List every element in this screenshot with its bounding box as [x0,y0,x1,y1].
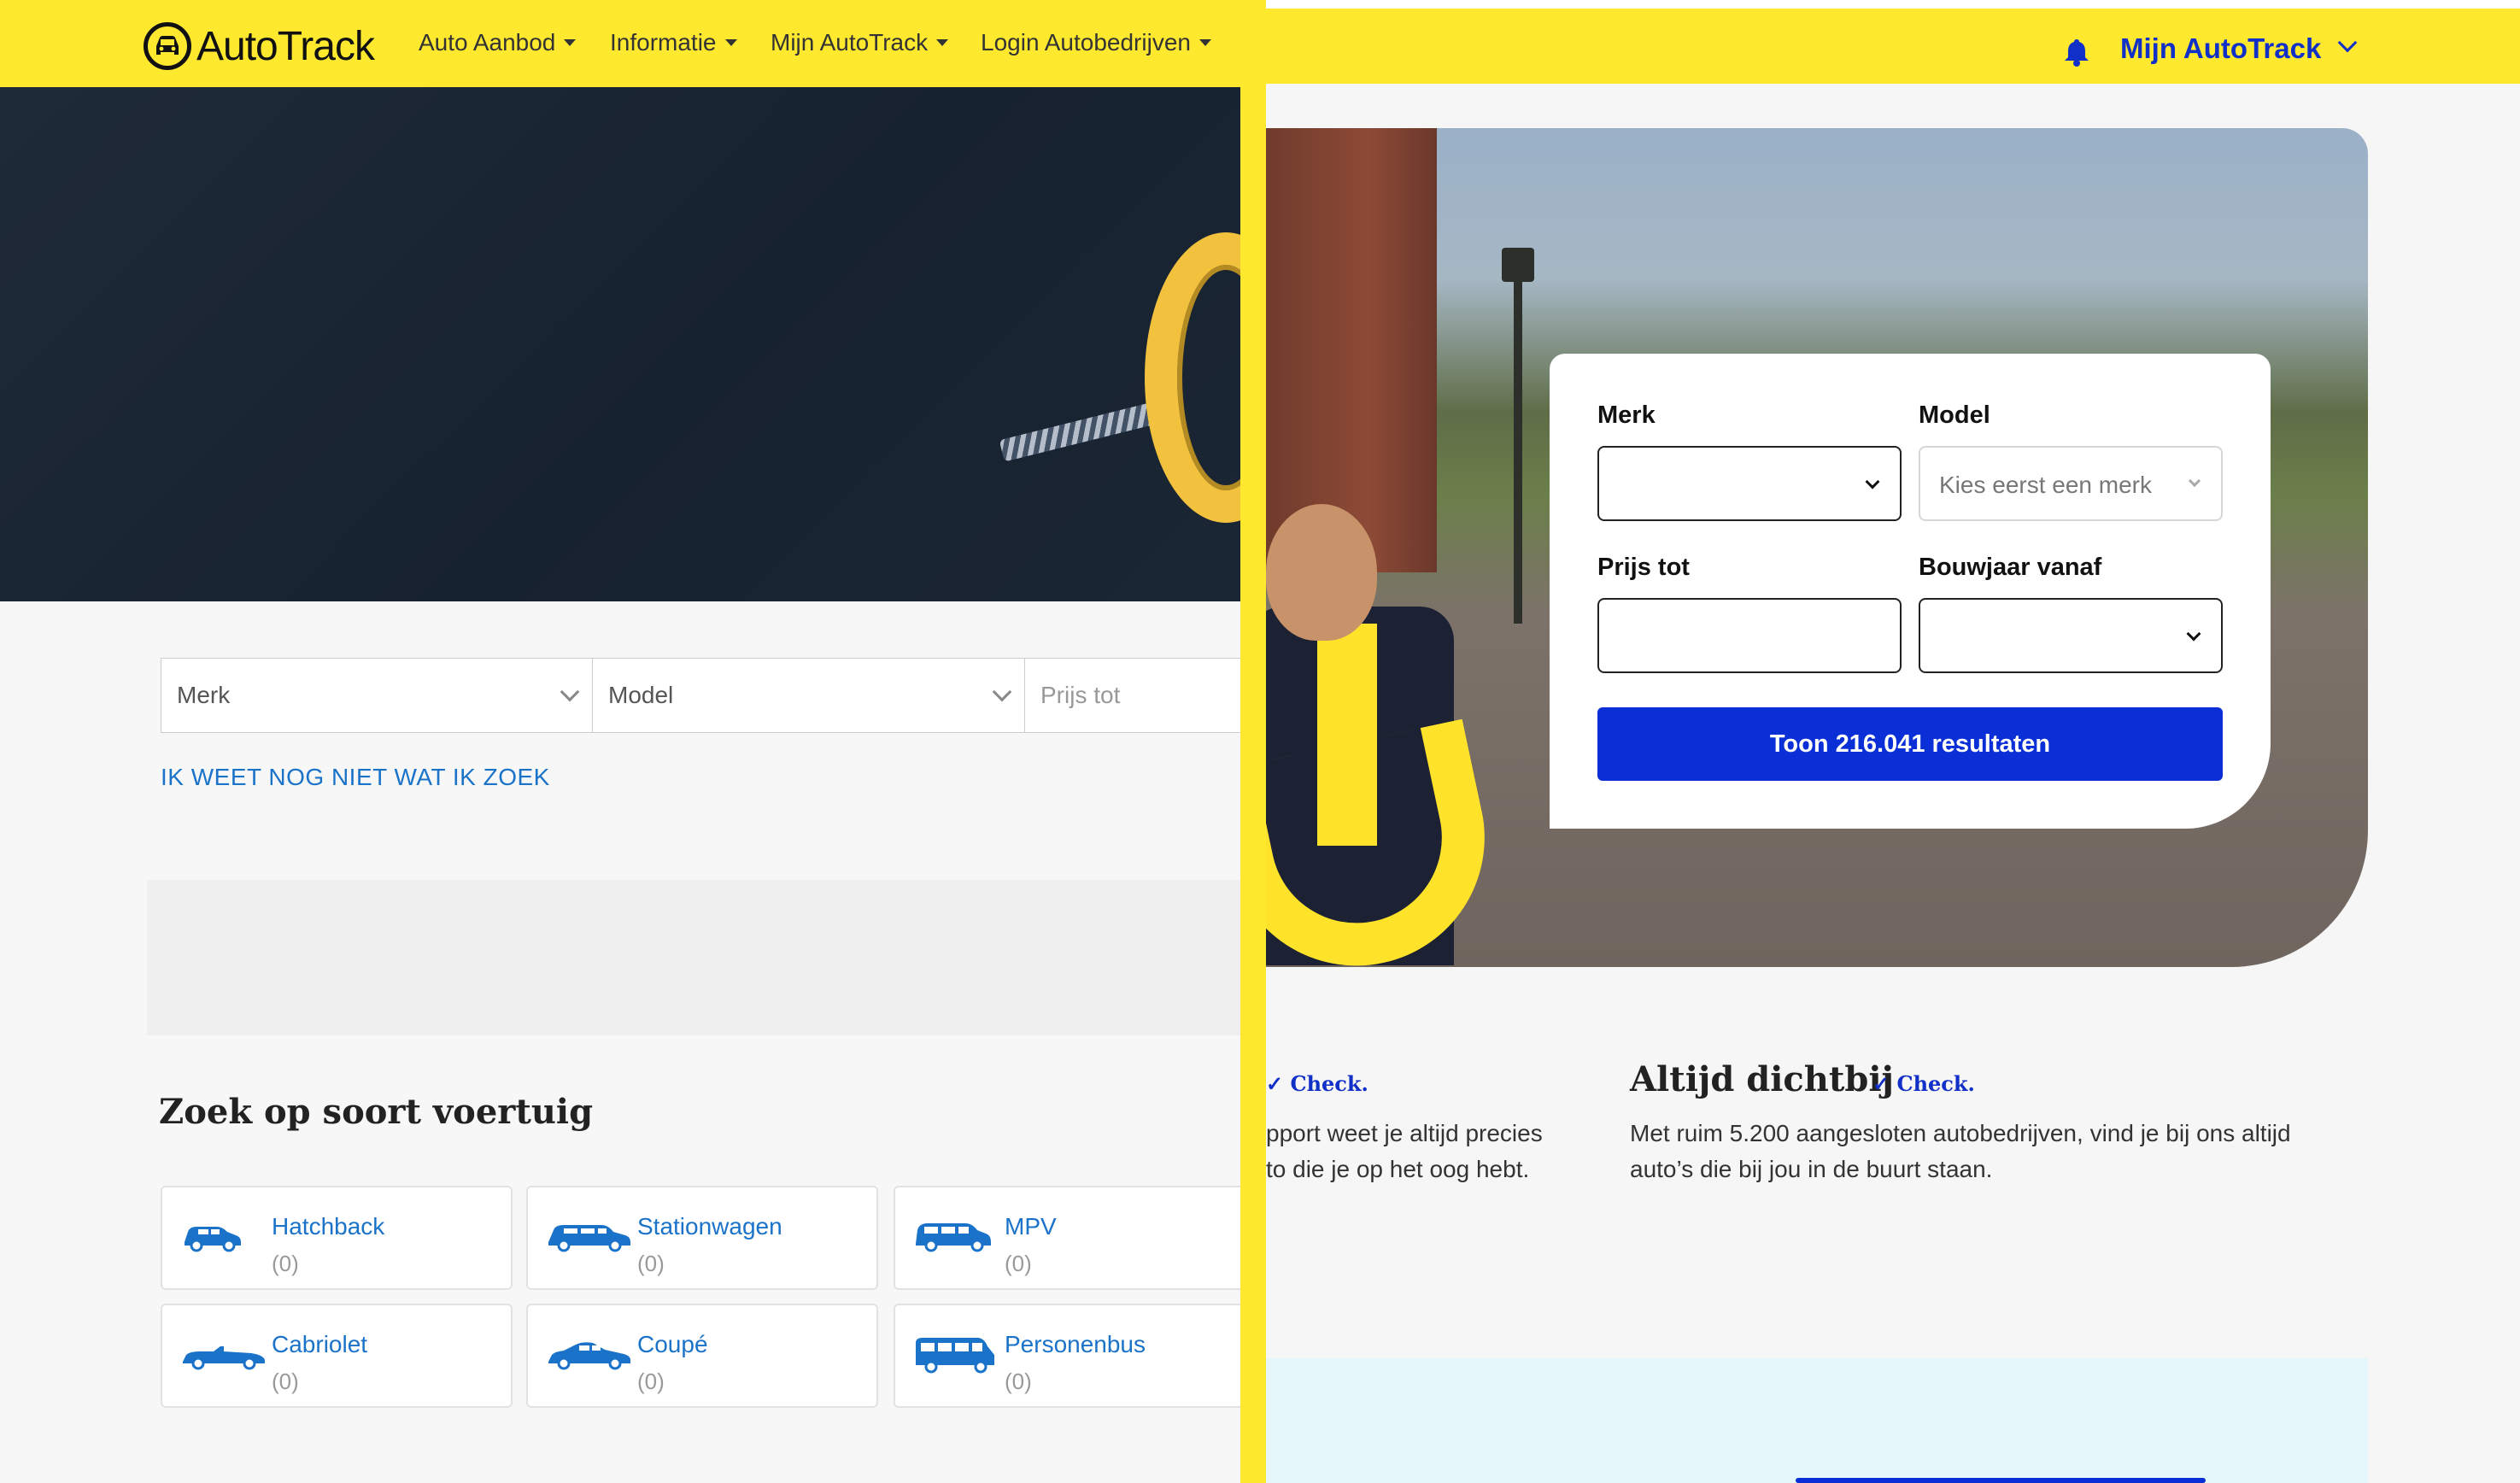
tile-hatchback[interactable]: Hatchback (0) [161,1186,513,1290]
rope-decoration [999,401,1163,462]
tile-label: Stationwagen [637,1213,782,1240]
car-logo-icon [144,22,191,70]
bell-icon[interactable] [2064,38,2089,71]
new-site-panel: Mijn AutoTrack Merk Model Kies eerst een… [1266,0,2520,1483]
ik-weet-nog-niet-link[interactable]: IK WEET NOG NIET WAT IK ZOEK [161,764,550,791]
top-navigation: AutoTrack Auto Aanbod Informatie Mijn Au… [0,0,1247,87]
check-badge: ✓ Check. [1872,1071,1975,1096]
check-label: Check. [1896,1071,1975,1096]
merk-select[interactable]: Merk [161,658,593,733]
merk-select[interactable] [1597,446,1902,521]
tile-count: (0) [637,1369,665,1394]
nav-informatie[interactable]: Informatie [610,29,737,56]
tile-label: Personenbus [1005,1331,1146,1357]
caret-down-icon [1198,39,1211,46]
cabriolet-icon [179,1336,268,1375]
model-select[interactable]: Kies eerst een merk [1919,446,2223,521]
old-site-panel: AutoTrack Auto Aanbod Informatie Mijn Au… [0,0,1247,1483]
chevron-down-icon [2186,626,2201,642]
bouwjaar-label: Bouwjaar vanaf [1919,554,2102,581]
person-head [1266,504,1377,641]
check-icon: ✓ [1872,1071,1897,1096]
hero-image [0,87,1247,601]
caret-down-icon [724,39,737,46]
model-label: Model [1919,402,1990,429]
tile-count: (0) [637,1251,665,1276]
hatchback-icon [179,1218,244,1257]
chevron-down-icon[interactable] [2337,32,2358,53]
nav-mijn-autotrack[interactable]: Mijn AutoTrack [771,29,949,56]
input-placeholder: Prijs tot [1040,682,1121,708]
feature-line: pport weet je altijd precies [1266,1120,1543,1146]
bouwjaar-select[interactable] [1919,598,2223,673]
top-navigation-new: Mijn AutoTrack [1266,9,2520,84]
search-form-card: Merk Model Kies eerst een merk Prijs tot… [1550,354,2271,829]
feature-text: pport weet je altijd precies to die je o… [1266,1116,1543,1187]
ad-placeholder [147,880,1247,1035]
church-tower [1266,128,1437,572]
hero-image-new: Merk Model Kies eerst een merk Prijs tot… [1266,128,2368,967]
lifebuoy-decoration [1145,232,1247,523]
tile-label: MPV [1005,1213,1057,1240]
bottom-section [1266,1358,2368,1483]
caret-down-icon [564,39,577,46]
nav-label: Mijn AutoTrack [771,29,929,56]
nav-label: Login Autobedrijven [981,29,1191,56]
chevron-down-icon [2188,474,2201,488]
tile-label: Hatchback [272,1213,385,1240]
select-value: Merk [177,682,231,708]
feature-text: Met ruim 5.200 aangesloten autobedrijven… [1630,1120,2291,1182]
bottom-button-edge[interactable] [1796,1478,2206,1483]
nav-label: Informatie [610,29,717,56]
tile-coupe[interactable]: Coupé (0) [526,1304,878,1408]
tile-label: Cabriolet [272,1331,368,1357]
chevron-down-icon [560,682,580,702]
model-select[interactable]: Model [593,658,1025,733]
tile-count: (0) [272,1369,299,1394]
top-strip [1266,0,2520,9]
chevron-down-icon [1865,474,1880,489]
prijs-tot-input[interactable]: Prijs tot [1025,658,1247,733]
tile-count: (0) [1005,1251,1032,1276]
toon-resultaten-button[interactable]: Toon 216.041 resultaten [1597,707,2223,781]
check-badge: ✓ Check. [1266,1071,1368,1096]
select-value: Model [608,682,674,708]
coupe-icon [545,1336,634,1375]
autotrack-logo[interactable]: AutoTrack [144,21,375,72]
yellow-arc-decoration [1266,718,1509,967]
merk-label: Merk [1597,402,1656,429]
tile-personenbus[interactable]: Personenbus (0) [894,1304,1247,1408]
mpv-icon [912,1218,994,1257]
stationwagen-icon [545,1218,634,1257]
logo-text: AutoTrack [196,23,375,69]
personenbus-icon [912,1336,998,1378]
chevron-down-icon [992,682,1012,702]
tile-count: (0) [1005,1369,1032,1394]
feature-line: to die je op het oog hebt. [1266,1156,1530,1182]
check-label: Check. [1290,1071,1368,1096]
tile-mpv[interactable]: MPV (0) [894,1186,1247,1290]
prijs-tot-input[interactable] [1597,598,1902,673]
tile-stationwagen[interactable]: Stationwagen (0) [526,1186,878,1290]
section-title: Zoek op soort voertuig [159,1092,594,1132]
tile-label: Coupé [637,1331,708,1357]
feature-title: Altijd dichtbij [1630,1059,1894,1099]
check-icon: ✓ [1266,1071,1291,1096]
street-lamp-pole [1514,265,1522,624]
tile-count: (0) [272,1251,299,1276]
quick-search-bar: Merk Model Prijs tot [161,658,1247,733]
prijs-label: Prijs tot [1597,554,1690,581]
nav-label: Auto Aanbod [419,29,556,56]
nav-auto-aanbod[interactable]: Auto Aanbod [419,29,577,56]
tile-cabriolet[interactable]: Cabriolet (0) [161,1304,513,1408]
nav-login-autobedrijven[interactable]: Login Autobedrijven [981,29,1211,56]
mijn-autotrack-menu[interactable]: Mijn AutoTrack [2120,32,2321,65]
comparison-divider[interactable] [1240,0,1266,1483]
model-placeholder: Kies eerst een merk [1939,472,2152,498]
caret-down-icon [936,39,949,46]
